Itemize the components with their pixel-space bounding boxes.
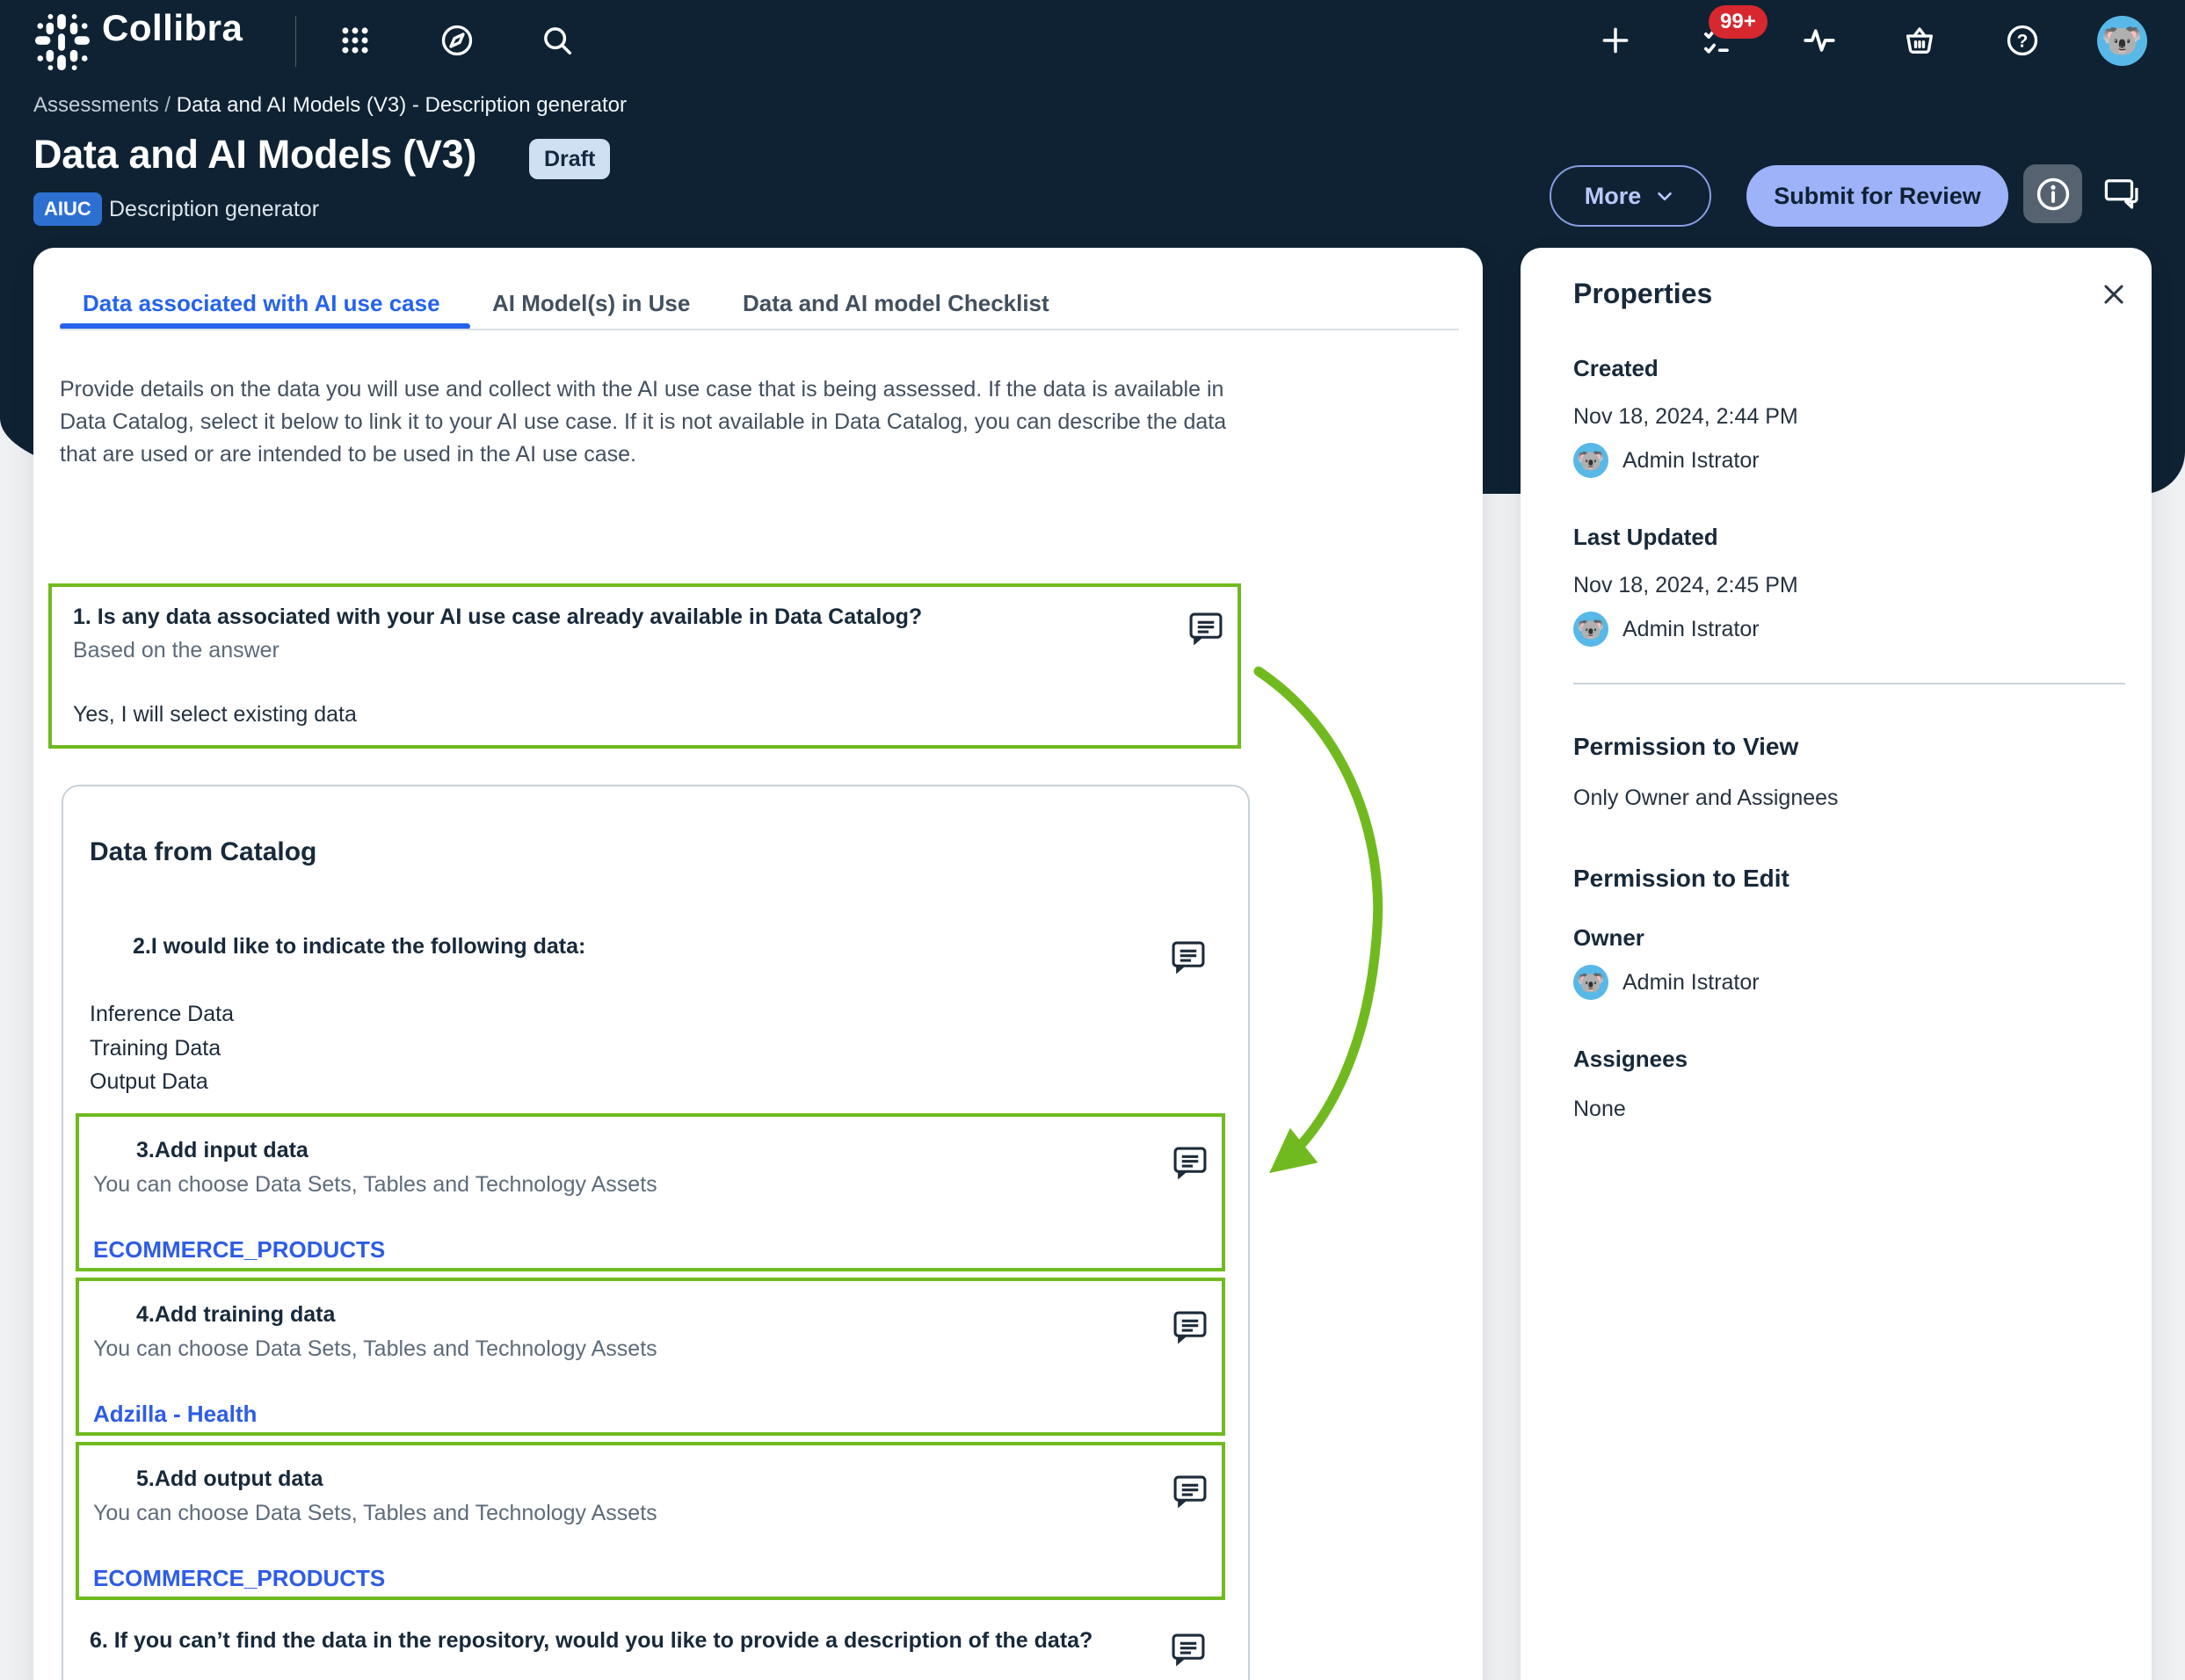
created-date: Nov 18, 2024, 2:44 PM — [1573, 404, 1798, 430]
owner-user-row: 🐨 Admin Istrator — [1573, 965, 1760, 1000]
avatar-emoji: 🐨 — [1577, 616, 1605, 643]
properties-divider — [1573, 683, 2125, 684]
comment-icon[interactable] — [1188, 611, 1223, 648]
question-4-box: 4.Add training data You can choose Data … — [76, 1278, 1225, 1436]
tab-ai-models-in-use[interactable]: AI Model(s) in Use — [492, 290, 690, 317]
info-icon — [2035, 176, 2072, 213]
page-title: Data and AI Models (V3) — [33, 132, 476, 177]
comment-icon[interactable] — [1172, 1145, 1208, 1182]
owner-label: Owner — [1573, 924, 1644, 952]
question-4-title: 4.Add training data — [136, 1302, 1208, 1328]
app-screen: Collibra 99+ — [0, 0, 2185, 1680]
submit-for-review-button[interactable]: Submit for Review — [1746, 165, 2008, 227]
status-badge: Draft — [529, 139, 610, 179]
last-updated-user-row: 🐨 Admin Istrator — [1573, 612, 1760, 647]
collibra-logo-text: Collibra — [102, 7, 243, 49]
help-icon[interactable]: ? — [2003, 21, 2042, 60]
data-category-item: Training Data — [90, 1032, 234, 1066]
properties-heading: Properties — [1573, 278, 1712, 310]
breadcrumb: Assessments / Data and AI Models (V3) - … — [33, 93, 627, 118]
question-5-title: 5.Add output data — [136, 1466, 1208, 1492]
created-label: Created — [1573, 355, 1659, 382]
created-user-name: Admin Istrator — [1622, 448, 1760, 474]
permission-to-view-label: Permission to View — [1573, 733, 1798, 761]
more-button[interactable]: More — [1550, 165, 1711, 227]
last-updated-label: Last Updated — [1573, 524, 1718, 551]
explore-compass-icon[interactable] — [438, 21, 476, 60]
avatar: 🐨 — [1573, 443, 1608, 478]
question-3-box: 3.Add input data You can choose Data Set… — [76, 1113, 1225, 1271]
avatar: 🐨 — [1573, 965, 1608, 1000]
properties-panel: Properties Created Nov 18, 2024, 2:44 PM… — [1521, 248, 2152, 1680]
user-avatar[interactable]: 🐨 — [2097, 16, 2147, 66]
avatar: 🐨 — [1573, 612, 1608, 647]
comment-icon[interactable] — [1171, 939, 1206, 976]
chevron-down-icon — [1653, 185, 1676, 207]
question-6-title: 6. If you can’t find the data in the rep… — [90, 1628, 1171, 1654]
question-3-subtitle: You can choose Data Sets, Tables and Tec… — [93, 1172, 1208, 1198]
question-2-selected-values: Inference Data Training Data Output Data — [90, 997, 234, 1099]
create-plus-icon[interactable] — [1596, 21, 1635, 60]
question-1-title: 1. Is any data associated with your AI u… — [73, 605, 1216, 630]
question-2-title: 2.I would like to indicate the following… — [133, 934, 585, 959]
section-intro-text: Provide details on the data you will use… — [60, 373, 1242, 471]
close-icon[interactable] — [2099, 279, 2129, 309]
created-user-row: 🐨 Admin Istrator — [1573, 443, 1760, 478]
breadcrumb-current: Data and AI Models (V3) - Description ge… — [177, 93, 627, 117]
question-3-asset-link[interactable]: ECOMMERCE_PRODUCTS — [93, 1236, 1208, 1264]
tab-checklist[interactable]: Data and AI model Checklist — [743, 290, 1049, 317]
activity-pulse-icon[interactable] — [1800, 21, 1839, 60]
info-panel-toggle-button[interactable] — [2023, 164, 2082, 223]
comment-icon[interactable] — [1171, 1632, 1206, 1669]
question-5-box: 5.Add output data You can choose Data Se… — [76, 1442, 1225, 1600]
collibra-logo-icon[interactable] — [33, 11, 91, 77]
svg-text:?: ? — [2017, 31, 2029, 51]
notification-count-badge: 99+ — [1709, 5, 1768, 39]
data-category-item: Output Data — [90, 1065, 234, 1099]
nav-divider — [295, 16, 296, 67]
chat-icon — [2102, 175, 2142, 215]
assignees-label: Assignees — [1573, 1046, 1688, 1073]
more-button-label: More — [1585, 183, 1642, 210]
tab-data-associated[interactable]: Data associated with AI use case — [83, 290, 440, 317]
search-icon[interactable] — [538, 21, 577, 60]
question-4-asset-link[interactable]: Adzilla - Health — [93, 1401, 1208, 1428]
question-1-hint: Based on the answer — [73, 638, 1216, 663]
catalog-heading: Data from Catalog — [90, 837, 316, 867]
comment-icon[interactable] — [1172, 1474, 1208, 1510]
question-4-subtitle: You can choose Data Sets, Tables and Tec… — [93, 1336, 1208, 1362]
breadcrumb-assessments-link[interactable]: Assessments — [33, 93, 159, 117]
avatar-emoji: 🐨 — [1577, 447, 1605, 474]
data-category-item: Inference Data — [90, 997, 234, 1032]
app-switcher-icon[interactable] — [336, 21, 374, 60]
avatar-emoji: 🐨 — [2102, 22, 2143, 61]
question-1-answer-field[interactable]: Yes, I will select existing data — [73, 702, 1216, 728]
comment-icon[interactable] — [1172, 1309, 1208, 1346]
permission-to-edit-label: Permission to Edit — [1573, 865, 1789, 893]
question-5-subtitle: You can choose Data Sets, Tables and Tec… — [93, 1501, 1208, 1526]
avatar-emoji: 🐨 — [1577, 969, 1605, 996]
comments-panel-button[interactable] — [2101, 174, 2143, 216]
last-updated-user-name: Admin Istrator — [1622, 617, 1760, 642]
tab-divider — [60, 329, 1459, 330]
marketplace-basket-icon[interactable] — [1900, 21, 1939, 60]
asset-type-badge: AIUC — [33, 192, 102, 226]
assignees-value: None — [1573, 1097, 1626, 1122]
permission-to-view-value: Only Owner and Assignees — [1573, 786, 1839, 811]
question-5-asset-link[interactable]: ECOMMERCE_PRODUCTS — [93, 1565, 1208, 1592]
page-subtitle: Description generator — [109, 197, 319, 222]
question-1-box: 1. Is any data associated with your AI u… — [48, 583, 1241, 749]
last-updated-date: Nov 18, 2024, 2:45 PM — [1573, 573, 1798, 598]
question-3-title: 3.Add input data — [136, 1138, 1208, 1163]
owner-user-name: Admin Istrator — [1622, 970, 1760, 996]
data-from-catalog-card: Data from Catalog 2.I would like to indi… — [62, 785, 1250, 1680]
